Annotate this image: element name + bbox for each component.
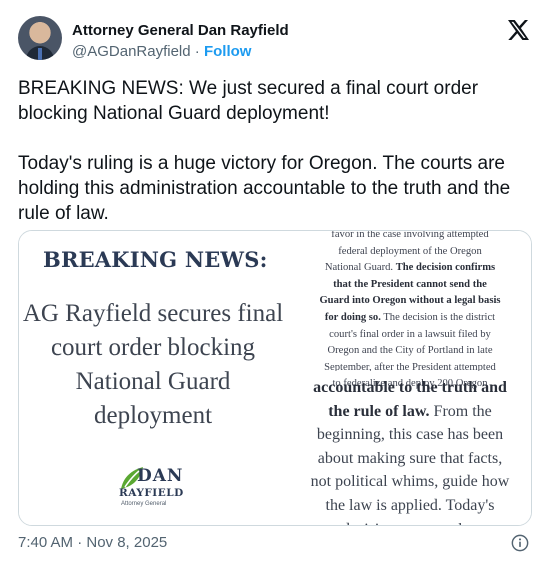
doc-top-line-text: National Guard.	[324, 262, 396, 274]
doc-bottom-line: the law is applied. Today's	[287, 494, 531, 518]
logo-last-name: RAYFIELD	[119, 487, 184, 499]
tweet-header: Attorney General Dan Rayfield @AGDanRayf…	[18, 16, 531, 64]
doc-bottom-line-text: not political whims, guide how	[310, 473, 510, 491]
doc-bottom-line-text: the law is applied. Today's	[325, 496, 495, 514]
doc-top-line: National Guard. The decision confirms	[287, 260, 531, 277]
doc-bottom-line: the rule of law. From the	[287, 400, 531, 424]
doc-top-line-text: Guard into Oregon without a legal basis	[319, 295, 501, 307]
author-handle-row: @AGDanRayfield · Follow	[72, 42, 289, 62]
doc-bottom-line: accountable to the truth and	[287, 376, 531, 400]
rayfield-logo: DAN RAYFIELD Attorney General	[119, 465, 189, 515]
doc-top-line: favor in the case involving attempted	[287, 231, 531, 244]
tweet-timestamp[interactable]: 7:40 AM · Nov 8, 2025	[18, 533, 167, 553]
avatar-tie	[38, 48, 42, 60]
tweet-paragraph-1: BREAKING NEWS: We just secured a final c…	[18, 78, 479, 124]
author-block: Attorney General Dan Rayfield @AGDanRayf…	[72, 22, 289, 62]
doc-bottom-line-extra: From the	[429, 402, 492, 420]
doc-top-line-text: federal deployment of the Oregon	[338, 245, 482, 257]
doc-bottom-line: about making sure that facts,	[287, 447, 531, 471]
doc-bottom-line: decision protects that	[287, 518, 531, 525]
doc-bottom-line-text: the rule of law.	[328, 402, 430, 420]
doc-top-line: for doing so. The decision is the distri…	[287, 310, 531, 327]
doc-bottom-line-text: decision protects that	[342, 521, 478, 525]
author-handle[interactable]: @AGDanRayfield	[72, 43, 191, 60]
doc-bottom-line-text: beginning, this case has been	[316, 426, 504, 444]
logo-subtitle: Attorney General	[121, 501, 167, 507]
tweet-paragraph-2: Today's ruling is a huge victory for Ore…	[18, 153, 511, 224]
press-release-excerpt-bottom: accountable to the truth and the rule of …	[287, 376, 531, 525]
doc-bottom-line-text: about making sure that facts,	[317, 449, 503, 467]
follow-button[interactable]: Follow	[204, 43, 252, 60]
breaking-news-title: BREAKING NEWS:	[43, 247, 268, 272]
doc-top-line: federal deployment of the Oregon	[287, 244, 531, 261]
handle-separator: ·	[194, 43, 200, 60]
doc-top-line: Guard into Oregon without a legal basis	[287, 293, 531, 310]
doc-bottom-line-text: accountable to the truth and	[313, 379, 507, 396]
author-display-name[interactable]: Attorney General Dan Rayfield	[72, 22, 289, 40]
media-left-panel: BREAKING NEWS: AG Rayfield secures final…	[19, 231, 287, 525]
doc-top-line-text: Oregon and the City of Portland in late	[327, 345, 493, 357]
info-icon[interactable]	[511, 534, 529, 552]
tweet-media-image[interactable]: BREAKING NEWS: AG Rayfield secures final…	[18, 230, 532, 526]
doc-bottom-line: not political whims, guide how	[287, 470, 531, 494]
press-release-excerpt-top: favor in the case involving attempted fed…	[287, 231, 531, 393]
doc-top-line-text: court's final order in a lawsuit filed b…	[329, 328, 491, 340]
logo-first-name: DAN	[137, 466, 184, 486]
doc-top-line-text: that the President cannot send the	[333, 278, 487, 290]
doc-bottom-line: beginning, this case has been	[287, 423, 531, 447]
doc-top-line-extra: The decision is the district	[380, 311, 496, 323]
tweet-text: BREAKING NEWS: We just secured a final c…	[18, 76, 530, 226]
x-logo-icon[interactable]	[505, 18, 531, 42]
doc-top-line-extra: The decision confirms	[395, 262, 496, 274]
doc-top-line: court's final order in a lawsuit filed b…	[287, 327, 531, 344]
media-headline: AG Rayfield secures final court order bl…	[22, 300, 284, 429]
media-right-panel: favor in the case involving attempted fed…	[287, 231, 531, 525]
doc-top-line: Oregon and the City of Portland in late	[287, 343, 531, 360]
doc-top-line-text: favor in the case involving attempted	[331, 231, 489, 240]
doc-top-line-text: for doing so.	[324, 311, 381, 323]
avatar[interactable]	[18, 16, 62, 60]
doc-top-line: that the President cannot send the	[287, 277, 531, 294]
